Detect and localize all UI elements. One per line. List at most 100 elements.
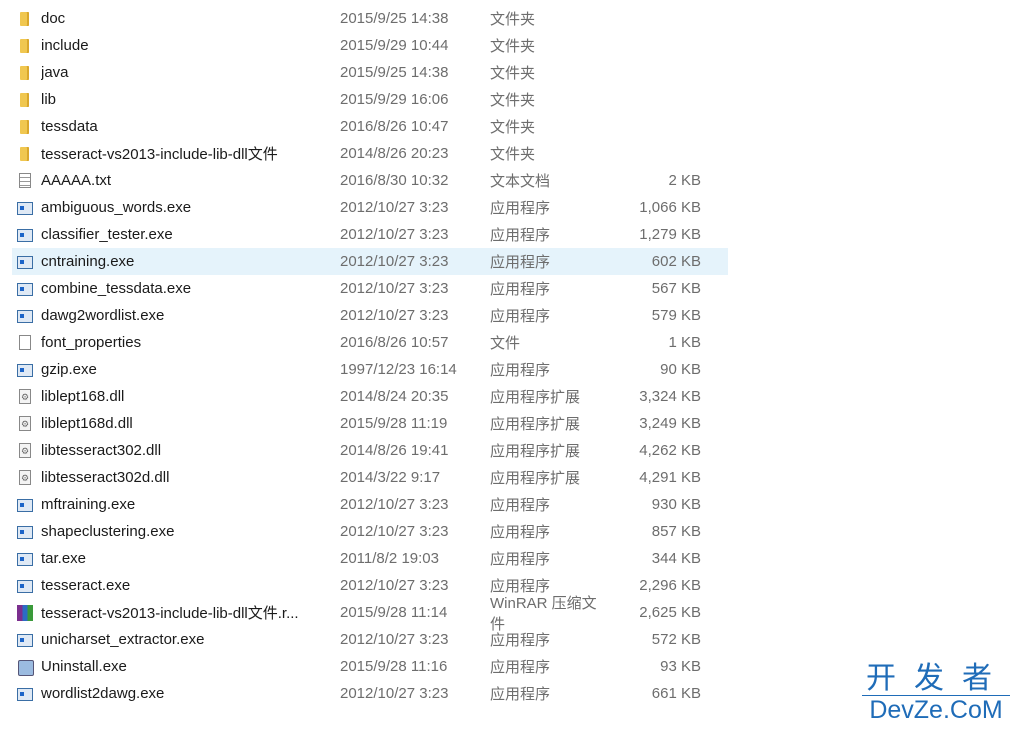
dll-icon <box>17 388 33 405</box>
folder-icon <box>17 146 33 162</box>
file-size: 3,249 KB <box>639 415 701 432</box>
file-row[interactable]: wordlist2dawg.exe 2012/10/27 3:23 应用程序 6… <box>12 680 728 707</box>
file-date: 2016/8/26 10:47 <box>340 118 449 135</box>
file-name: font_properties <box>41 334 142 351</box>
file-size: 2,296 KB <box>639 577 701 594</box>
txt-icon <box>17 172 33 189</box>
folder-icon <box>17 65 33 81</box>
file-row[interactable]: cntraining.exe 2012/10/27 3:23 应用程序 602 … <box>12 248 728 275</box>
file-type: 应用程序 <box>490 659 551 676</box>
file-type: 应用程序 <box>490 362 551 379</box>
file-name: lib <box>41 91 57 108</box>
file-row[interactable]: shapeclustering.exe 2012/10/27 3:23 应用程序… <box>12 518 728 545</box>
file-size: 579 KB <box>651 307 701 324</box>
watermark-logo: 开发者 DevZe.CoM <box>862 663 1010 724</box>
file-type: 文件夹 <box>490 92 536 109</box>
file-row[interactable]: tesseract.exe 2012/10/27 3:23 应用程序 2,296… <box>12 572 728 599</box>
exe-icon <box>17 524 33 540</box>
file-row[interactable]: include 2015/9/29 10:44 文件夹 <box>12 32 728 59</box>
file-date: 2014/8/26 19:41 <box>340 442 449 459</box>
file-size: 4,291 KB <box>639 469 701 486</box>
file-name: libtesseract302.dll <box>41 442 162 459</box>
file-type: 应用程序 <box>490 632 551 649</box>
file-date: 2012/10/27 3:23 <box>340 253 449 270</box>
file-row[interactable]: doc 2015/9/25 14:38 文件夹 <box>12 5 728 32</box>
file-date: 1997/12/23 16:14 <box>340 361 457 378</box>
file-date: 2014/8/26 20:23 <box>340 145 449 162</box>
file-size: 90 KB <box>660 361 701 378</box>
file-type: 应用程序 <box>490 551 551 568</box>
file-size: 3,324 KB <box>639 388 701 405</box>
file-size: 93 KB <box>660 658 701 675</box>
file-row[interactable]: classifier_tester.exe 2012/10/27 3:23 应用… <box>12 221 728 248</box>
file-row[interactable]: ambiguous_words.exe 2012/10/27 3:23 应用程序… <box>12 194 728 221</box>
file-name: wordlist2dawg.exe <box>41 685 165 702</box>
file-row[interactable]: liblept168d.dll 2015/9/28 11:19 应用程序扩展 3… <box>12 410 728 437</box>
exe-icon <box>17 362 33 378</box>
file-type: 文件 <box>490 335 521 352</box>
file-type: 应用程序 <box>490 497 551 514</box>
file-row[interactable]: libtesseract302d.dll 2014/3/22 9:17 应用程序… <box>12 464 728 491</box>
file-row[interactable]: combine_tessdata.exe 2012/10/27 3:23 应用程… <box>12 275 728 302</box>
file-row[interactable]: gzip.exe 1997/12/23 16:14 应用程序 90 KB <box>12 356 728 383</box>
folder-icon <box>17 92 33 108</box>
rar-icon <box>17 604 33 621</box>
file-name: combine_tessdata.exe <box>41 280 192 297</box>
file-size: 1 KB <box>668 334 701 351</box>
file-date: 2012/10/27 3:23 <box>340 280 449 297</box>
file-row[interactable]: AAAAA.txt 2016/8/30 10:32 文本文档 2 KB <box>12 167 728 194</box>
file-date: 2015/9/28 11:16 <box>340 658 448 675</box>
file-name: tessdata <box>41 118 98 135</box>
file-size: 2,625 KB <box>639 604 701 621</box>
file-name: tesseract-vs2013-include-lib-dll文件 <box>41 146 278 163</box>
file-date: 2015/9/29 10:44 <box>340 37 449 54</box>
exe-icon <box>17 497 33 513</box>
file-date: 2015/9/25 14:38 <box>340 10 449 27</box>
file-row[interactable]: tar.exe 2011/8/2 19:03 应用程序 344 KB <box>12 545 728 572</box>
file-row[interactable]: dawg2wordlist.exe 2012/10/27 3:23 应用程序 5… <box>12 302 728 329</box>
file-type: 应用程序 <box>490 524 551 541</box>
file-date: 2016/8/30 10:32 <box>340 172 449 189</box>
uninst-icon <box>17 659 34 676</box>
file-row[interactable]: lib 2015/9/29 16:06 文件夹 <box>12 86 728 113</box>
file-row[interactable]: Uninstall.exe 2015/9/28 11:16 应用程序 93 KB <box>12 653 728 680</box>
file-row[interactable]: unicharset_extractor.exe 2012/10/27 3:23… <box>12 626 728 653</box>
exe-icon <box>17 308 33 324</box>
file-size: 1,066 KB <box>639 199 701 216</box>
file-date: 2011/8/2 19:03 <box>340 550 439 567</box>
exe-icon <box>17 254 33 270</box>
file-date: 2014/8/24 20:35 <box>340 388 449 405</box>
file-date: 2016/8/26 10:57 <box>340 334 449 351</box>
file-row[interactable]: java 2015/9/25 14:38 文件夹 <box>12 59 728 86</box>
file-date: 2012/10/27 3:23 <box>340 631 449 648</box>
file-size: 2 KB <box>668 172 701 189</box>
file-row[interactable]: liblept168.dll 2014/8/24 20:35 应用程序扩展 3,… <box>12 383 728 410</box>
file-row[interactable]: libtesseract302.dll 2014/8/26 19:41 应用程序… <box>12 437 728 464</box>
file-name: include <box>41 37 89 54</box>
exe-icon <box>17 632 33 648</box>
file-row[interactable]: font_properties 2016/8/26 10:57 文件 1 KB <box>12 329 728 356</box>
file-name: shapeclustering.exe <box>41 523 175 540</box>
folder-icon <box>17 11 33 27</box>
file-type: 文件夹 <box>490 65 536 82</box>
file-type: 应用程序 <box>490 227 551 244</box>
file-name: liblept168d.dll <box>41 415 133 432</box>
file-size: 857 KB <box>651 523 701 540</box>
file-date: 2015/9/28 11:19 <box>340 415 448 432</box>
file-type: 应用程序 <box>490 200 551 217</box>
file-row[interactable]: tesseract-vs2013-include-lib-dll文件 2014/… <box>12 140 728 167</box>
file-type: 应用程序 <box>490 281 551 298</box>
dll-icon <box>17 415 33 432</box>
file-date: 2012/10/27 3:23 <box>340 199 449 216</box>
file-name: doc <box>41 10 66 27</box>
file-row[interactable]: tesseract-vs2013-include-lib-dll文件.r... … <box>12 595 728 633</box>
file-date: 2015/9/25 14:38 <box>340 64 449 81</box>
file-row[interactable]: mftraining.exe 2012/10/27 3:23 应用程序 930 … <box>12 491 728 518</box>
file-type: 文本文档 <box>490 173 551 190</box>
file-row[interactable]: tessdata 2016/8/26 10:47 文件夹 <box>12 113 728 140</box>
file-size: 1,279 KB <box>639 226 701 243</box>
exe-icon <box>17 578 33 594</box>
file-list: doc 2015/9/25 14:38 文件夹 include 2015/9/2… <box>12 5 728 707</box>
file-type: 应用程序 <box>490 254 551 271</box>
file-date: 2012/10/27 3:23 <box>340 307 449 324</box>
